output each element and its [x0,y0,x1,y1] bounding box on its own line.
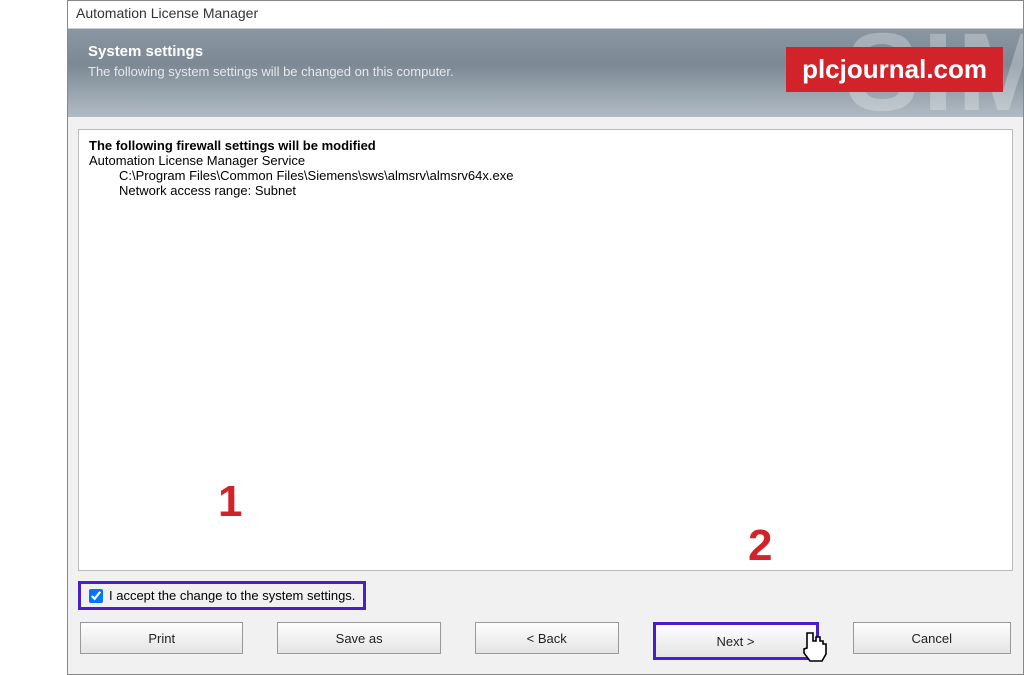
accept-checkbox-row[interactable]: I accept the change to the system settin… [78,581,366,610]
installer-window: Automation License Manager SIM System se… [67,0,1024,675]
window-title: Automation License Manager [76,5,258,21]
firewall-heading: The following firewall settings will be … [89,138,1002,153]
annotation-1: 1 [218,477,242,527]
accept-label: I accept the change to the system settin… [109,588,355,603]
service-line: Automation License Manager Service [89,153,1002,168]
cancel-button[interactable]: Cancel [853,622,1011,654]
back-button[interactable]: < Back [475,622,619,654]
button-row: Print Save as < Back Next > Cancel [78,610,1013,664]
accept-row-wrap: I accept the change to the system settin… [78,571,1013,610]
window-titlebar: Automation License Manager [68,1,1023,29]
range-line: Network access range: Subnet [89,183,1002,198]
content-area: The following firewall settings will be … [68,117,1023,674]
next-button-highlight: Next > [653,622,819,660]
print-button[interactable]: Print [80,622,243,654]
next-button[interactable]: Next > [656,625,816,657]
hand-cursor-icon [800,631,830,670]
saveas-button[interactable]: Save as [277,622,440,654]
annotation-2: 2 [748,521,772,571]
path-line: C:\Program Files\Common Files\Siemens\sw… [89,168,1002,183]
watermark-badge: plcjournal.com [786,47,1003,92]
accept-checkbox[interactable] [89,589,103,603]
